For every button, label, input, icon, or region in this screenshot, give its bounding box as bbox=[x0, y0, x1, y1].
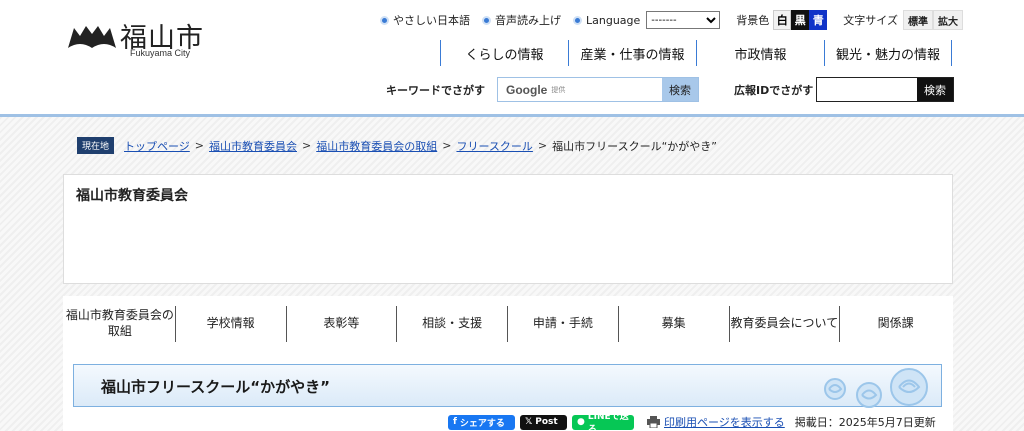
subnav-recruitment[interactable]: 募集 bbox=[619, 306, 730, 342]
line-send-button[interactable]: ● LINEで送る bbox=[572, 412, 634, 431]
bg-blue-button[interactable]: 青 bbox=[809, 10, 828, 30]
breadcrumb-separator: > bbox=[302, 139, 312, 152]
subnav-consultation[interactable]: 相談・支援 bbox=[397, 306, 508, 342]
language-label: Language bbox=[586, 13, 641, 27]
breadcrumb-link-top[interactable]: トップページ bbox=[124, 138, 190, 154]
breadcrumb-link-initiatives[interactable]: 福山市教育委員会の取組 bbox=[316, 138, 437, 154]
gnav-city-admin[interactable]: 市政情報 bbox=[696, 40, 824, 66]
sub-nav: 福山市教育委員会の取組 学校情報 表彰等 相談・支援 申請・手続 募集 教育委員… bbox=[63, 296, 953, 352]
bullet-icon bbox=[573, 15, 582, 25]
google-provided-label: 提供 bbox=[551, 85, 566, 94]
breadcrumb-now-badge: 現在地 bbox=[77, 137, 115, 154]
facebook-share-button[interactable]: f シェアする bbox=[448, 414, 515, 430]
subnav-applications[interactable]: 申請・手続 bbox=[508, 306, 619, 342]
language-select[interactable]: ------- bbox=[646, 11, 721, 29]
printer-icon bbox=[647, 416, 660, 428]
breadcrumb-link-board[interactable]: 福山市教育委員会 bbox=[209, 138, 297, 154]
breadcrumb: 現在地 トップページ > 福山市教育委員会 > 福山市教育委員会の取組 > フリ… bbox=[77, 137, 717, 154]
print-page-label: 印刷用ページを表示する bbox=[664, 416, 785, 429]
utility-bar: やさしい日本語 音声読み上げ Language ------- 背景色 白 黒 … bbox=[380, 10, 963, 30]
keyword-search-label: キーワードでさがす bbox=[386, 84, 485, 97]
x-icon: 𝕏 bbox=[525, 417, 533, 427]
breadcrumb-current: 福山市フリースクール“かがやき” bbox=[552, 139, 717, 153]
subnav-about-board[interactable]: 教育委員会について bbox=[730, 306, 841, 342]
subnav-related-departments[interactable]: 関係課 bbox=[840, 306, 951, 342]
read-aloud-link[interactable]: 音声読み上げ bbox=[482, 12, 561, 28]
posted-date: 掲載日：2025年5月7日更新 bbox=[794, 416, 936, 429]
breadcrumb-link-free-school[interactable]: フリースクール bbox=[456, 138, 532, 154]
font-size-label: 文字サイズ bbox=[843, 14, 898, 27]
read-aloud-label: 音声読み上げ bbox=[495, 14, 561, 27]
breadcrumb-separator: > bbox=[442, 139, 452, 152]
x-post-button[interactable]: 𝕏 Post bbox=[520, 414, 567, 430]
subnav-initiatives[interactable]: 福山市教育委員会の取組 bbox=[65, 306, 176, 342]
line-send-label: LINEで送る bbox=[587, 412, 629, 431]
font-large-button[interactable]: 拡大 bbox=[932, 10, 963, 30]
easy-japanese-link[interactable]: やさしい日本語 bbox=[380, 12, 470, 28]
bat-logo-icon bbox=[68, 26, 116, 48]
global-nav: くらしの情報 産業・仕事の情報 市政情報 観光・魅力の情報 bbox=[440, 40, 952, 66]
easy-japanese-label: やさしい日本語 bbox=[393, 14, 470, 27]
google-brand: Google bbox=[506, 82, 548, 97]
board-title: 福山市教育委員会 bbox=[76, 188, 188, 204]
gnav-tourism[interactable]: 観光・魅力の情報 bbox=[824, 40, 952, 66]
google-search-box: Google 提供 検索 bbox=[497, 77, 699, 102]
rose-decoration-icon bbox=[824, 368, 928, 408]
main-panel: 福山市フリースクール“かがやき” f シェアする 𝕏 Post ● LINEで送… bbox=[63, 352, 953, 431]
page-title: 福山市フリースクール“かがやき” bbox=[101, 378, 330, 396]
x-post-label: Post bbox=[535, 417, 558, 427]
facebook-icon: f bbox=[453, 417, 457, 427]
font-standard-button[interactable]: 標準 bbox=[902, 10, 933, 30]
bullet-icon bbox=[482, 15, 491, 25]
pr-id-search-label: 広報IDでさがす bbox=[734, 84, 814, 97]
language-link[interactable]: Language bbox=[573, 14, 640, 27]
bg-black-button[interactable]: 黒 bbox=[791, 10, 810, 30]
keyword-search-button[interactable]: 検索 bbox=[662, 78, 698, 101]
site-logo[interactable]: 福山市 Fukuyama City bbox=[68, 14, 208, 58]
page-heading-box: 福山市フリースクール“かがやき” bbox=[73, 364, 942, 408]
facebook-share-label: シェアする bbox=[459, 418, 505, 429]
site-header: 福山市 Fukuyama City やさしい日本語 音声読み上げ Languag… bbox=[0, 0, 1024, 115]
subnav-awards[interactable]: 表彰等 bbox=[287, 306, 398, 342]
gnav-industry[interactable]: 産業・仕事の情報 bbox=[568, 40, 696, 66]
bullet-icon bbox=[380, 15, 389, 25]
pr-id-search-button[interactable]: 検索 bbox=[917, 78, 953, 101]
subnav-school-info[interactable]: 学校情報 bbox=[176, 306, 287, 342]
board-section-box: 福山市教育委員会 bbox=[63, 174, 953, 284]
breadcrumb-separator: > bbox=[194, 139, 205, 152]
breadcrumb-separator: > bbox=[537, 139, 548, 152]
line-icon: ● bbox=[577, 417, 585, 427]
pr-id-search-box: 検索 bbox=[816, 77, 954, 102]
logo-name-en: Fukuyama City bbox=[130, 48, 191, 58]
share-toolbar: f シェアする 𝕏 Post ● LINEで送る 印刷用ページを表示する 掲載日… bbox=[448, 412, 936, 431]
keyword-search-input[interactable]: Google 提供 bbox=[498, 78, 662, 101]
background-color-label: 背景色 bbox=[736, 14, 770, 27]
gnav-living[interactable]: くらしの情報 bbox=[440, 40, 568, 66]
bg-white-button[interactable]: 白 bbox=[773, 10, 792, 30]
pr-id-search-input[interactable] bbox=[817, 78, 917, 101]
print-page-link[interactable]: 印刷用ページを表示する bbox=[647, 414, 785, 430]
